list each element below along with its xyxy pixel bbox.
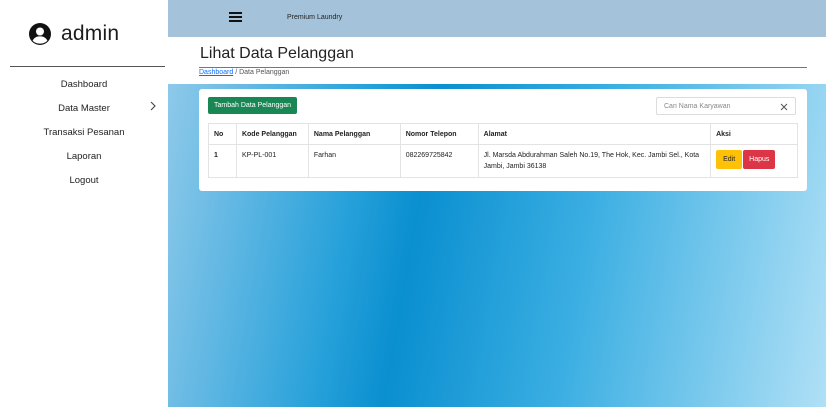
- column-header-kode: Kode Pelanggan: [235, 123, 309, 145]
- sidebar-item-logout[interactable]: Logout: [0, 168, 168, 192]
- page-header: Lihat Data Pelanggan Dashboard / Data Pe…: [168, 37, 826, 84]
- sidebar-item-laporan[interactable]: Laporan: [0, 144, 168, 168]
- hamburger-menu-icon[interactable]: [229, 12, 242, 22]
- column-header-no: No: [208, 123, 237, 145]
- sidebar: admin Dashboard Data Master Transaksi Pe…: [0, 0, 168, 407]
- edit-button[interactable]: Edit: [716, 150, 743, 169]
- add-customer-button[interactable]: Tambah Data Pelanggan: [208, 97, 298, 114]
- sidebar-item-dashboard[interactable]: Dashboard: [0, 72, 168, 96]
- customer-card: Tambah Data Pelanggan No Kode Pelanggan …: [199, 89, 807, 191]
- sidebar-item-transaksi-pesanan[interactable]: Transaksi Pesanan: [0, 120, 168, 144]
- close-icon[interactable]: [779, 100, 789, 114]
- cell-no: 1: [208, 144, 237, 178]
- column-header-aksi: Aksi: [710, 123, 798, 145]
- search-box: [656, 97, 796, 115]
- breadcrumb-separator: /: [235, 69, 238, 76]
- sidebar-item-label: Transaksi Pesanan: [43, 126, 125, 138]
- username-label: admin: [61, 22, 120, 45]
- breadcrumb: Dashboard / Data Pelanggan: [199, 69, 289, 76]
- top-navbar: Premium Laundry: [168, 0, 826, 37]
- sidebar-item-label: Logout: [69, 174, 99, 186]
- user-brand: admin: [28, 22, 119, 46]
- sidebar-divider: [10, 66, 165, 67]
- app-title: Premium Laundry: [287, 14, 343, 21]
- table-row: 1 KP-PL-001 Farhan 082269725842 Jl. Mars…: [208, 144, 798, 178]
- column-header-alamat: Alamat: [477, 123, 712, 145]
- column-header-nama: Nama Pelanggan: [307, 123, 401, 145]
- main-content: Tambah Data Pelanggan No Kode Pelanggan …: [168, 84, 826, 407]
- delete-button[interactable]: Hapus: [743, 150, 776, 169]
- sidebar-item-data-master[interactable]: Data Master: [0, 96, 168, 120]
- cell-aksi: Edit Hapus: [710, 144, 798, 178]
- chevron-right-icon: [150, 101, 156, 111]
- user-circle-icon: [29, 23, 51, 45]
- page-title: Lihat Data Pelanggan: [200, 45, 354, 62]
- breadcrumb-current: Data Pelanggan: [239, 69, 290, 76]
- cell-kode: KP-PL-001: [235, 144, 309, 178]
- column-header-telepon: Nomor Telepon: [399, 123, 479, 145]
- header-divider: [199, 67, 807, 68]
- search-input[interactable]: [657, 98, 775, 114]
- sidebar-item-label: Data Master: [58, 102, 110, 114]
- sidebar-item-label: Laporan: [66, 150, 102, 162]
- cell-alamat: Jl. Marsda Abdurahman Saleh No.19, The H…: [477, 144, 712, 178]
- sidebar-item-label: Dashboard: [60, 78, 108, 90]
- customer-table: No Kode Pelanggan Nama Pelanggan Nomor T…: [208, 123, 798, 178]
- cell-telepon: 082269725842: [399, 144, 479, 178]
- table-header-row: No Kode Pelanggan Nama Pelanggan Nomor T…: [208, 123, 798, 145]
- cell-nama: Farhan: [307, 144, 401, 178]
- breadcrumb-dashboard-link[interactable]: Dashboard: [199, 69, 233, 76]
- sidebar-nav: Dashboard Data Master Transaksi Pesanan …: [0, 72, 168, 192]
